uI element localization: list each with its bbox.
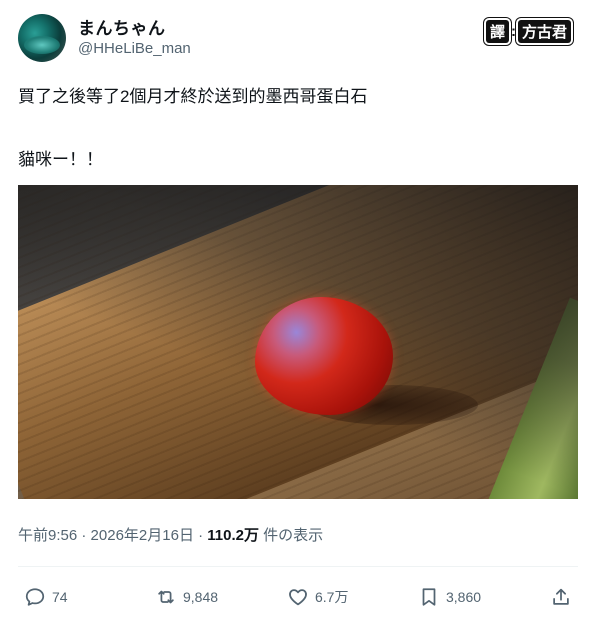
tweet-text-line-2: 貓咪ー！！ [18,150,103,169]
retweet-button[interactable]: 9,848 [155,582,218,612]
meta-separator: · [193,527,208,544]
like-count: 6.7万 [315,589,349,605]
share-icon [553,588,569,605]
view-count: 110.2万 [207,527,260,544]
reply-button[interactable]: 74 [24,582,68,612]
retweet-icon [158,590,174,604]
user-handle[interactable]: @HHeLiBe_man [78,40,191,57]
like-button[interactable]: 6.7万 [287,582,348,612]
tweet-actions: 74 9,848 6.7万 3,860 [18,582,578,612]
avatar[interactable] [18,14,66,62]
tweet-time[interactable]: 午前9:56 [18,527,77,544]
tweet-date[interactable]: 2026年2月16日 [91,527,194,544]
translator-watermark: 譯 : 方古君 [486,18,572,44]
tweet-text-line-1: 買了之後等了2個月才終於送到的墨西哥蛋白石 [18,87,368,106]
divider [18,566,578,567]
photo-opal-stone [255,297,393,415]
bookmark-button[interactable]: 3,860 [418,582,481,612]
display-name[interactable]: まんちゃん [78,14,166,39]
watermark-right: 方古君 [518,19,572,43]
reply-icon [25,588,45,606]
heart-icon [289,589,307,606]
bookmark-icon [422,588,436,606]
watermark-left: 譯 [486,19,510,43]
share-button[interactable] [550,582,572,612]
tweet-photo[interactable] [18,185,578,499]
tweet-meta: 午前9:56 · 2026年2月16日 · 110.2万 件の表示 [18,524,323,545]
bookmark-count: 3,860 [446,589,482,605]
watermark-separator: : [511,22,517,40]
view-count-label: 件の表示 [259,527,324,544]
meta-separator: · [77,527,91,544]
retweet-count: 9,848 [183,589,219,605]
reply-count: 74 [52,589,68,605]
